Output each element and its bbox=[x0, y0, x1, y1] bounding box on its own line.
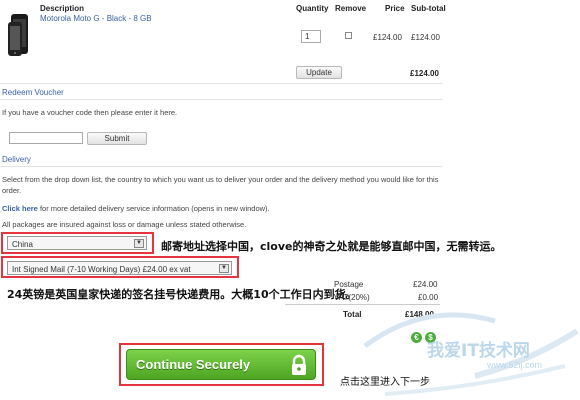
country-select-value: China bbox=[12, 240, 33, 249]
remove-header: Remove bbox=[335, 4, 367, 13]
delivery-info-line: Click here for more detailed delivery se… bbox=[2, 204, 270, 213]
divider bbox=[0, 166, 442, 167]
voucher-submit-button[interactable]: Submit bbox=[87, 132, 147, 145]
delivery-method-select[interactable]: Int Signed Mail (7-10 Working Days) £24.… bbox=[7, 261, 232, 275]
delivery-heading: Delivery bbox=[2, 155, 31, 164]
item-price: £124.00 bbox=[373, 33, 402, 42]
item-subtotal: £124.00 bbox=[411, 33, 440, 42]
subtotal-header: Sub-total bbox=[411, 4, 446, 13]
voucher-code-input[interactable] bbox=[9, 132, 83, 144]
divider bbox=[0, 83, 442, 84]
vat-value: £0.00 bbox=[418, 293, 439, 302]
postage-value: £24.00 bbox=[413, 280, 438, 289]
method-annotation: 24英镑是英国皇家快递的签名挂号快递费用。大概10个工作日内到货。 bbox=[7, 288, 357, 301]
watermark-title: 我爱IT技术网 bbox=[427, 341, 530, 361]
totals-divider bbox=[285, 304, 440, 305]
chevron-down-icon: ▼ bbox=[219, 264, 229, 273]
delivery-method-value: Int Signed Mail (7-10 Working Days) £24.… bbox=[12, 265, 191, 274]
lock-icon bbox=[289, 354, 309, 376]
country-annotation: 邮寄地址选择中国，clove的神奇之处就是能够直邮中国，无需转运。 bbox=[161, 240, 502, 253]
product-image[interactable] bbox=[6, 12, 33, 60]
quantity-input[interactable] bbox=[301, 30, 321, 43]
cart-total: £124.00 bbox=[410, 69, 439, 78]
update-button[interactable]: Update bbox=[296, 66, 342, 79]
product-name-link[interactable]: Motorola Moto G - Black - 8 GB bbox=[40, 14, 152, 23]
voucher-text: If you have a voucher code then please e… bbox=[2, 108, 178, 117]
quantity-header: Quantity bbox=[296, 4, 329, 13]
delivery-info-text: for more detailed delivery service infor… bbox=[37, 204, 270, 213]
insured-text: All packages are insured against loss or… bbox=[2, 220, 247, 229]
continue-securely-button[interactable]: Continue Securely bbox=[126, 349, 316, 380]
click-here-link[interactable]: Click here bbox=[2, 204, 38, 213]
continue-securely-label: Continue Securely bbox=[136, 357, 251, 372]
continue-annotation: 点击这里进入下一步 bbox=[340, 377, 430, 388]
description-header: Description bbox=[40, 4, 85, 13]
chevron-down-icon: ▼ bbox=[134, 239, 144, 248]
country-select[interactable]: China ▼ bbox=[7, 236, 147, 250]
watermark-url: www.52ij.com bbox=[487, 360, 543, 370]
price-header: Price bbox=[385, 4, 405, 13]
remove-checkbox[interactable] bbox=[345, 32, 352, 39]
divider bbox=[0, 99, 442, 100]
voucher-heading: Redeem Voucher bbox=[2, 88, 64, 97]
delivery-text: Select from the drop down list, the coun… bbox=[2, 175, 439, 195]
